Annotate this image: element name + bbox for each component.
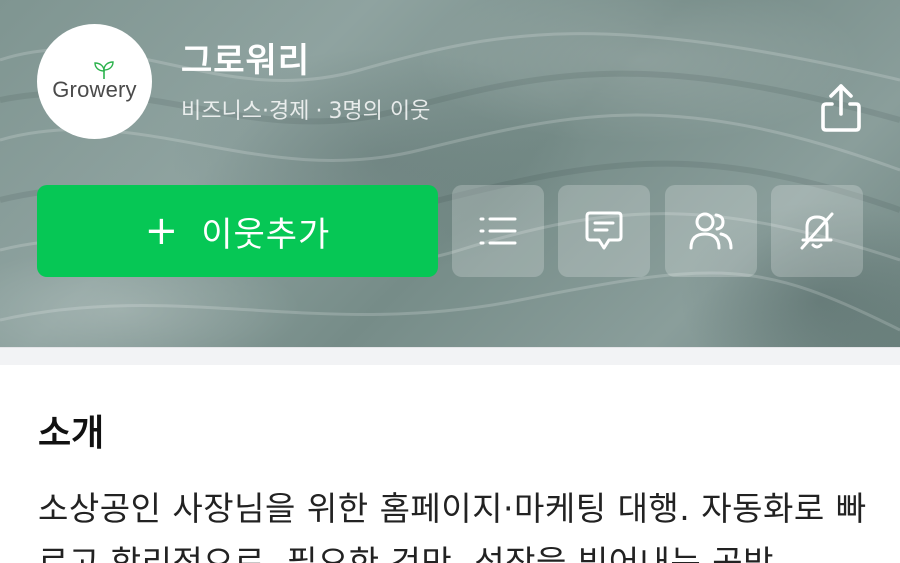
profile-meta: 비즈니스·경제 · 3명의 이웃: [181, 97, 430, 127]
profile-header: Growery 그로워리 비즈니스·경제 · 3명의 이웃 + 이웃추가: [0, 0, 900, 347]
neighbors-button[interactable]: [665, 185, 757, 277]
people-icon: [689, 212, 733, 250]
meta-separator: ·: [315, 99, 323, 124]
intro-body: 소상공인 사장님을 위한 홈페이지·마케팅 대행. 자동화로 빠르고 합리적으로…: [38, 489, 867, 563]
share-button[interactable]: [815, 80, 867, 136]
intro-title: 소개: [38, 413, 105, 454]
add-neighbor-button[interactable]: + 이웃추가: [37, 185, 438, 277]
profile-name: 그로워리: [181, 41, 311, 81]
notification-off-icon: [800, 212, 834, 250]
notification-button[interactable]: [771, 185, 863, 277]
profile-category: 비즈니스·경제: [181, 99, 310, 124]
chat-icon: [585, 211, 623, 250]
share-icon: [821, 84, 861, 132]
chat-button[interactable]: [558, 185, 650, 277]
logo-text: Growery: [52, 76, 137, 102]
list-button[interactable]: [452, 185, 544, 277]
plus-icon: +: [144, 208, 180, 254]
profile-logo[interactable]: Growery: [37, 24, 152, 139]
section-divider: [0, 347, 900, 365]
list-icon: [479, 217, 517, 245]
neighbor-count[interactable]: 3명의 이웃: [328, 97, 430, 127]
add-neighbor-label: 이웃추가: [201, 214, 331, 255]
